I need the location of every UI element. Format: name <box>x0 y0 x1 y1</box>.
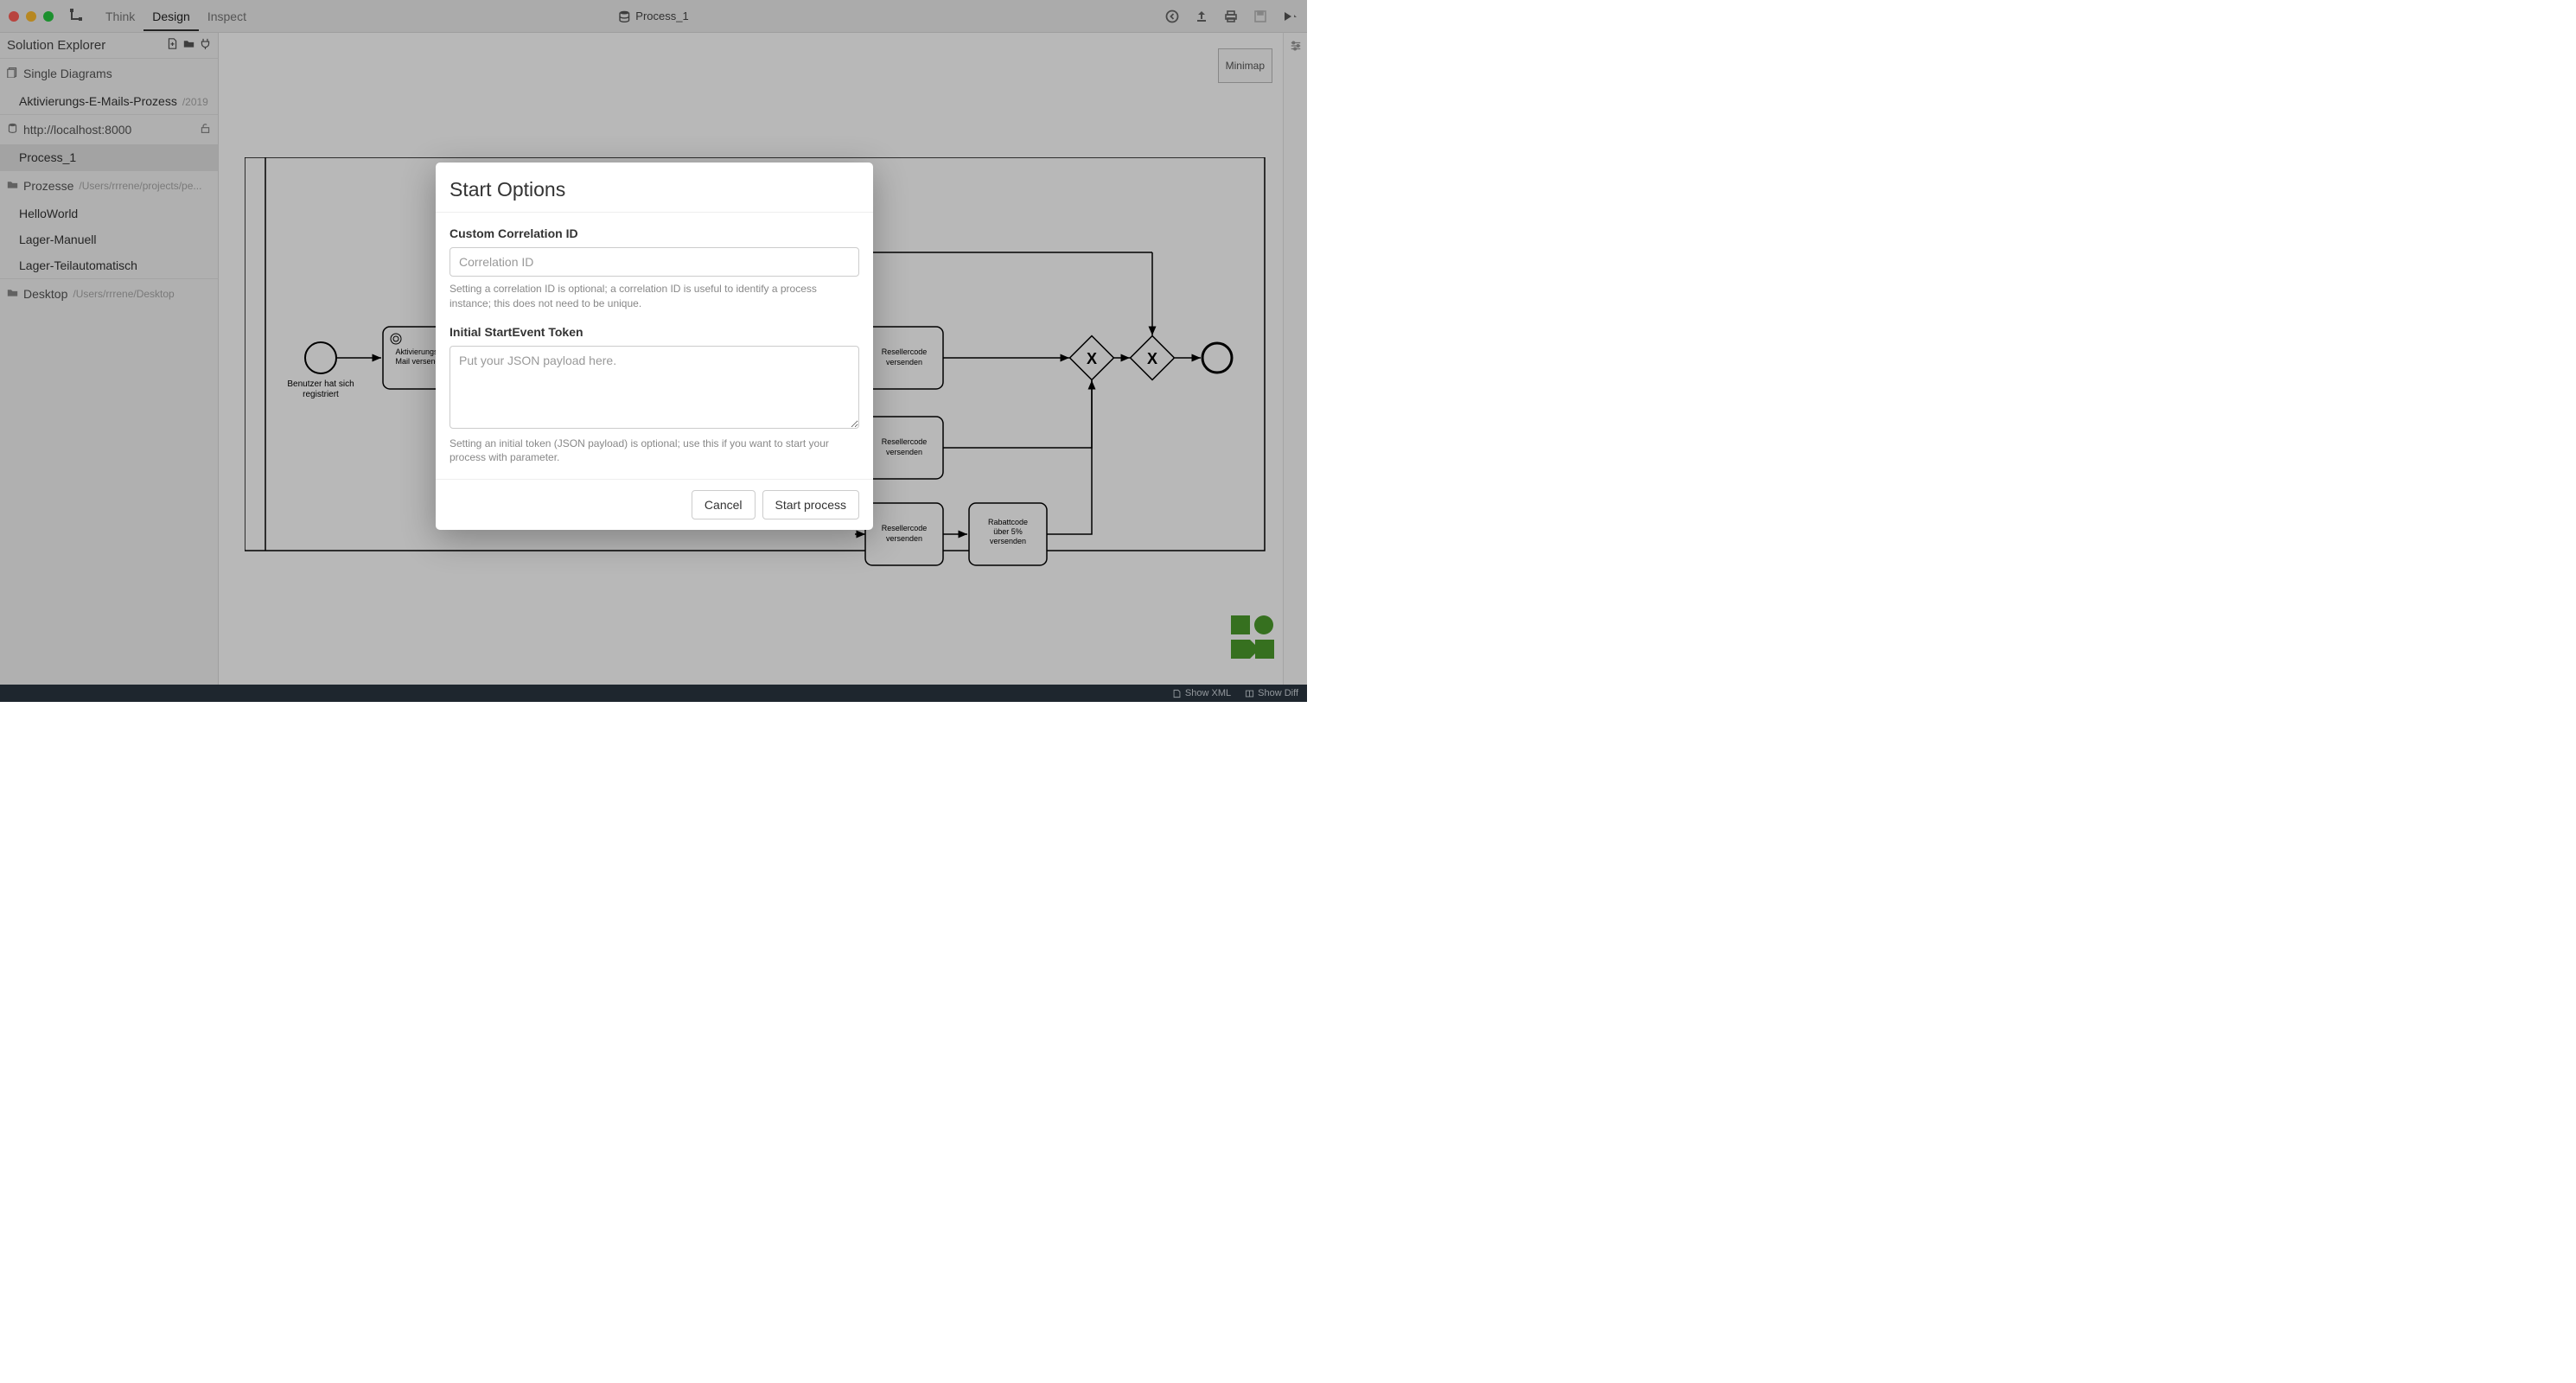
sidebar-section-host[interactable]: http://localhost:8000 <box>0 114 218 144</box>
sidebar-section-desktop[interactable]: Desktop /Users/rrrene/Desktop <box>0 278 218 309</box>
svg-text:registriert: registriert <box>303 390 339 399</box>
modal-title: Start Options <box>436 163 873 213</box>
sidebar-section-prozesse[interactable]: Prozesse /Users/rrrene/projects/pe... <box>0 170 218 201</box>
print-icon[interactable] <box>1224 10 1238 23</box>
start-process-button[interactable]: Start process <box>762 490 859 519</box>
item-label: Lager-Manuell <box>19 233 97 246</box>
sidebar-item-lager-teilautomatisch[interactable]: Lager-Teilautomatisch <box>0 252 218 278</box>
sidebar-item-lager-manuell[interactable]: Lager-Manuell <box>0 226 218 252</box>
play-icon[interactable] <box>1283 10 1298 22</box>
upload-icon[interactable] <box>1195 10 1208 23</box>
titlebar: Think Design Inspect Process_1 <box>0 0 1307 33</box>
save-icon <box>1253 10 1267 23</box>
tab-design[interactable]: Design <box>143 2 199 31</box>
svg-text:Rabattcode: Rabattcode <box>988 518 1028 526</box>
brand-logo <box>1231 615 1274 659</box>
document-title: Process_1 <box>618 10 688 22</box>
token-input[interactable] <box>450 346 859 429</box>
document-title-text: Process_1 <box>635 10 688 22</box>
svg-text:versenden: versenden <box>990 537 1026 545</box>
section-label: Desktop <box>23 287 67 301</box>
cancel-button[interactable]: Cancel <box>692 490 756 519</box>
item-label: Process_1 <box>19 150 76 164</box>
statusbar: Show XML Show Diff <box>0 685 1307 702</box>
svg-text:über 5%: über 5% <box>993 527 1023 536</box>
minimap-toggle[interactable]: Minimap <box>1218 48 1272 83</box>
item-suffix: /2019 <box>182 96 208 108</box>
folder-icon <box>7 179 18 193</box>
folder-icon <box>7 287 18 301</box>
app-icon <box>69 8 83 24</box>
properties-gutter[interactable] <box>1283 33 1307 685</box>
back-icon[interactable] <box>1165 10 1179 23</box>
section-path: /Users/rrrene/projects/pe... <box>79 180 201 192</box>
svg-text:Resellercode: Resellercode <box>882 347 928 356</box>
svg-text:Benutzer hat sich: Benutzer hat sich <box>287 379 354 389</box>
show-xml-label: Show XML <box>1185 688 1231 698</box>
svg-text:X: X <box>1147 350 1157 367</box>
close-window-button[interactable] <box>9 11 19 22</box>
sidebar-header: Solution Explorer <box>0 33 218 58</box>
sidebar-title: Solution Explorer <box>7 38 105 53</box>
plug-icon[interactable] <box>200 38 211 53</box>
svg-text:Resellercode: Resellercode <box>882 437 928 446</box>
unlock-icon[interactable] <box>200 123 211 137</box>
tab-think[interactable]: Think <box>97 2 143 31</box>
minimize-window-button[interactable] <box>26 11 36 22</box>
correlation-id-label: Custom Correlation ID <box>450 226 859 240</box>
svg-text:X: X <box>1087 350 1097 367</box>
open-folder-icon[interactable] <box>183 38 194 53</box>
section-label: Prozesse <box>23 179 73 193</box>
section-path: /Users/rrrene/Desktop <box>73 288 174 300</box>
svg-text:versenden: versenden <box>886 358 922 366</box>
section-label: http://localhost:8000 <box>23 123 131 137</box>
svg-text:versenden: versenden <box>886 448 922 456</box>
sidebar-item-helloworld[interactable]: HelloWorld <box>0 201 218 226</box>
new-file-icon[interactable] <box>167 38 178 53</box>
svg-text:Resellercode: Resellercode <box>882 524 928 532</box>
item-label: Lager-Teilautomatisch <box>19 258 137 272</box>
sidebar: Solution Explorer Single Diagrams Aktivi… <box>0 33 219 685</box>
svg-text:versenden: versenden <box>886 534 922 543</box>
section-label: Single Diagrams <box>23 67 112 80</box>
maximize-window-button[interactable] <box>43 11 54 22</box>
correlation-id-help: Setting a correlation ID is optional; a … <box>450 282 859 311</box>
window-controls <box>9 11 54 22</box>
token-label: Initial StartEvent Token <box>450 325 859 339</box>
tab-inspect[interactable]: Inspect <box>199 2 255 31</box>
sidebar-item-aktivierungs[interactable]: Aktivierungs-E-Mails-Prozess /2019 <box>0 88 218 114</box>
sidebar-section-single-diagrams[interactable]: Single Diagrams <box>0 58 218 88</box>
view-tabs: Think Design Inspect <box>97 2 255 31</box>
correlation-id-input[interactable] <box>450 247 859 277</box>
item-label: HelloWorld <box>19 207 78 220</box>
diagrams-icon <box>7 67 18 80</box>
show-xml-button[interactable]: Show XML <box>1172 688 1231 698</box>
item-label: Aktivierungs-E-Mails-Prozess <box>19 94 177 108</box>
show-diff-button[interactable]: Show Diff <box>1245 688 1298 698</box>
token-help: Setting an initial token (JSON payload) … <box>450 437 859 466</box>
sidebar-item-process-1[interactable]: Process_1 <box>0 144 218 170</box>
database-icon <box>7 123 18 137</box>
titlebar-actions <box>1165 10 1298 23</box>
database-icon <box>618 10 630 22</box>
show-diff-label: Show Diff <box>1258 688 1298 698</box>
start-options-modal: Start Options Custom Correlation ID Sett… <box>436 163 873 530</box>
